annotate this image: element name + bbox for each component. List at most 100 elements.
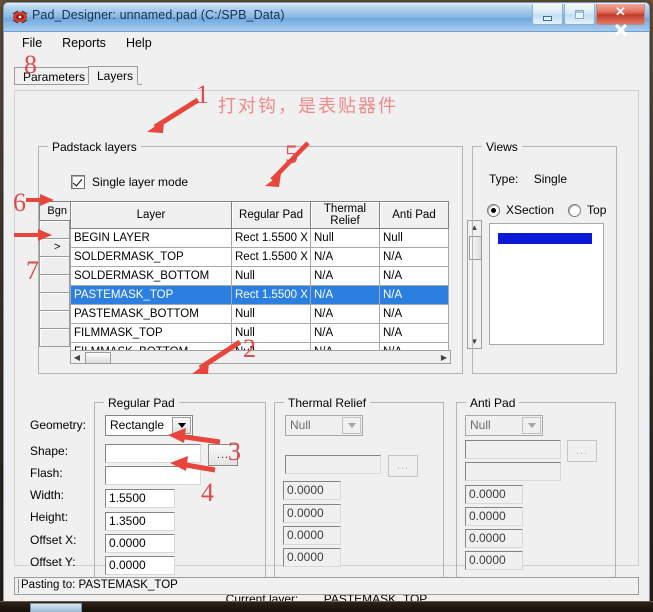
table-row[interactable]: BEGIN LAYER Rect 1.5500 X Null Null bbox=[70, 228, 449, 248]
regular-flash-input[interactable] bbox=[105, 466, 201, 485]
chevron-down-icon[interactable] bbox=[522, 417, 541, 434]
thermal-offsety-input[interactable]: 0.0000 bbox=[283, 548, 341, 567]
cell-layer[interactable]: SOLDERMASK_TOP bbox=[70, 247, 232, 267]
cell-anti[interactable]: Null bbox=[379, 228, 449, 248]
single-layer-mode-row[interactable]: Single layer mode bbox=[71, 175, 188, 189]
cell-thermal[interactable]: N/A bbox=[310, 247, 380, 267]
cell-anti[interactable]: N/A bbox=[379, 323, 449, 343]
thermal-relief-legend: Thermal Relief bbox=[284, 396, 371, 410]
table-row-selected[interactable]: PASTEMASK_TOP Rect 1.5500 X N/A N/A bbox=[70, 285, 449, 305]
thermal-geometry-combo[interactable]: Null bbox=[285, 415, 363, 436]
bgn-cell[interactable] bbox=[39, 275, 70, 293]
table-row[interactable]: SOLDERMASK_TOP Rect 1.5500 X N/A N/A bbox=[70, 247, 449, 267]
cell-anti[interactable]: N/A bbox=[379, 285, 449, 305]
anti-shape-input[interactable] bbox=[465, 440, 561, 459]
anti-offsety-input[interactable]: 0.0000 bbox=[465, 551, 523, 570]
cell-layer[interactable]: PASTEMASK_BOTTOM bbox=[70, 304, 232, 324]
tab-layers[interactable]: Layers bbox=[88, 66, 138, 85]
thermal-relief-group: Thermal Relief Null ... 0.0000 0.0000 0.… bbox=[274, 396, 444, 579]
cell-anti[interactable]: N/A bbox=[379, 266, 449, 286]
label-offset-y: Offset Y: bbox=[30, 555, 76, 569]
statusbar: Pasting to: PASTEMASK_TOP bbox=[14, 577, 639, 595]
label-width: Width: bbox=[30, 488, 65, 502]
single-layer-mode-label: Single layer mode bbox=[92, 175, 189, 189]
thermal-offsetx-input[interactable]: 0.0000 bbox=[283, 526, 341, 545]
cell-regular[interactable]: Rect 1.5500 X bbox=[231, 285, 311, 305]
cell-thermal[interactable]: N/A bbox=[310, 323, 380, 343]
cell-thermal[interactable]: N/A bbox=[310, 304, 380, 324]
bgn-cell[interactable]: > bbox=[39, 239, 70, 257]
thermal-height-input[interactable]: 0.0000 bbox=[283, 504, 341, 523]
thermal-shape-browse-button[interactable]: ... bbox=[388, 455, 418, 477]
table-row[interactable]: SOLDERMASK_BOTTOM Null N/A N/A bbox=[70, 266, 449, 286]
table-horizontal-scrollbar[interactable]: ◀ ▶ bbox=[70, 350, 451, 364]
window-titlebar[interactable]: Pad_Designer: unnamed.pad (C:/SPB_Data) … bbox=[4, 3, 649, 32]
cell-regular[interactable]: Null bbox=[231, 323, 311, 343]
views-preview-canvas[interactable] bbox=[489, 223, 604, 345]
horizontal-scroll-thumb[interactable] bbox=[85, 352, 111, 364]
thermal-shape-input[interactable] bbox=[285, 455, 381, 474]
scroll-left-icon[interactable]: ◀ bbox=[71, 351, 83, 363]
chevron-down-icon[interactable] bbox=[342, 417, 361, 434]
cell-layer[interactable]: FILMMASK_TOP bbox=[70, 323, 232, 343]
cell-thermal[interactable]: N/A bbox=[310, 266, 380, 286]
scroll-right-icon[interactable]: ▶ bbox=[438, 351, 450, 363]
bgn-cell[interactable] bbox=[39, 329, 70, 347]
regular-geometry-combo[interactable]: Rectangle bbox=[105, 415, 193, 436]
desktop-taskbar[interactable] bbox=[0, 601, 653, 612]
column-header-thermal-relief[interactable]: Thermal Relief bbox=[310, 201, 380, 229]
menu-file[interactable]: File bbox=[12, 34, 52, 52]
regular-width-input[interactable]: 1.5500 bbox=[105, 489, 175, 508]
column-header-layer[interactable]: Layer bbox=[70, 201, 232, 229]
cell-regular[interactable]: Null bbox=[231, 266, 311, 286]
chevron-down-icon[interactable] bbox=[172, 417, 191, 434]
tabstrip: Parameters Layers bbox=[14, 64, 639, 85]
regular-shape-browse-button[interactable]: ... bbox=[208, 444, 238, 466]
label-flash: Flash: bbox=[30, 466, 63, 480]
anti-pad-group: Anti Pad Null ... 0.0000 0.0000 0.0000 0… bbox=[456, 396, 616, 579]
cell-thermal[interactable]: Null bbox=[310, 228, 380, 248]
anti-height-input[interactable]: 0.0000 bbox=[465, 507, 523, 526]
anti-flash-input[interactable] bbox=[465, 462, 561, 481]
table-row[interactable]: FILMMASK_TOP Null N/A N/A bbox=[70, 323, 449, 343]
maximize-button[interactable] bbox=[564, 4, 595, 25]
cell-layer[interactable]: PASTEMASK_TOP bbox=[70, 285, 232, 305]
bgn-cell[interactable] bbox=[39, 257, 70, 275]
anti-shape-browse-button[interactable]: ... bbox=[567, 440, 597, 462]
regular-offsetx-input[interactable]: 0.0000 bbox=[105, 534, 175, 553]
anti-offsetx-input[interactable]: 0.0000 bbox=[465, 529, 523, 548]
column-header-anti-pad[interactable]: Anti Pad bbox=[379, 201, 449, 229]
cell-regular[interactable]: Rect 1.5500 X bbox=[231, 228, 311, 248]
bgn-cell[interactable] bbox=[39, 221, 70, 239]
regular-height-input[interactable]: 1.3500 bbox=[105, 512, 175, 531]
tab-parameters[interactable]: Parameters bbox=[14, 67, 88, 85]
pad-designer-window: Pad_Designer: unnamed.pad (C:/SPB_Data) … bbox=[3, 2, 650, 604]
cell-regular[interactable]: Rect 1.5500 X bbox=[231, 247, 311, 267]
radio-xsection[interactable] bbox=[487, 203, 500, 217]
menu-reports[interactable]: Reports bbox=[52, 34, 116, 52]
bgn-cell[interactable] bbox=[39, 311, 70, 329]
label-offset-x: Offset X: bbox=[30, 533, 77, 547]
cell-regular[interactable]: Null bbox=[231, 304, 311, 324]
taskbar-item[interactable] bbox=[30, 603, 82, 612]
cell-thermal[interactable]: N/A bbox=[310, 285, 380, 305]
cell-layer[interactable]: SOLDERMASK_BOTTOM bbox=[70, 266, 232, 286]
radio-top[interactable] bbox=[568, 203, 582, 217]
anti-width-input[interactable]: 0.0000 bbox=[465, 485, 523, 504]
regular-shape-input[interactable] bbox=[105, 444, 201, 463]
window-title: Pad_Designer: unnamed.pad (C:/SPB_Data) bbox=[32, 8, 285, 22]
regular-offsety-input[interactable]: 0.0000 bbox=[105, 556, 175, 575]
regular-pad-legend: Regular Pad bbox=[104, 396, 179, 410]
anti-geometry-combo[interactable]: Null bbox=[465, 415, 543, 436]
cell-layer[interactable]: BEGIN LAYER bbox=[70, 228, 232, 248]
minimize-button[interactable] bbox=[532, 4, 563, 25]
cell-anti[interactable]: N/A bbox=[379, 304, 449, 324]
table-row[interactable]: PASTEMASK_BOTTOM Null N/A N/A bbox=[70, 304, 449, 324]
column-header-regular-pad[interactable]: Regular Pad bbox=[231, 201, 311, 229]
cell-anti[interactable]: N/A bbox=[379, 247, 449, 267]
menu-help[interactable]: Help bbox=[116, 34, 162, 52]
single-layer-mode-checkbox[interactable] bbox=[71, 175, 85, 189]
bgn-cell[interactable] bbox=[39, 293, 70, 311]
thermal-width-input[interactable]: 0.0000 bbox=[283, 481, 341, 500]
close-button[interactable]: ✕ bbox=[596, 4, 645, 25]
